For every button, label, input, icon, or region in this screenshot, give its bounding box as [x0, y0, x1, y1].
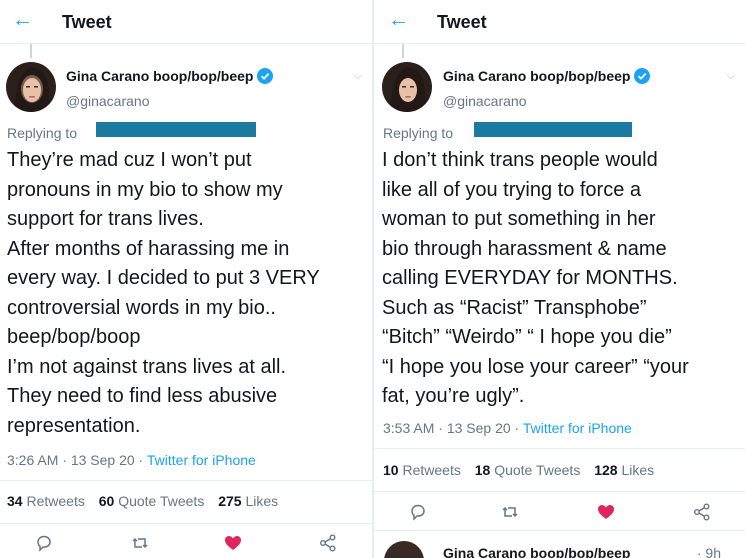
- tweet-text: I don’t think trans people would like al…: [382, 146, 689, 412]
- retweets-stat[interactable]: 34 Retweets: [7, 493, 85, 509]
- retweet-icon[interactable]: [130, 533, 150, 553]
- tweet-source-link[interactable]: Twitter for iPhone: [523, 420, 632, 436]
- back-arrow-icon[interactable]: ←: [12, 8, 33, 32]
- author-name[interactable]: Gina Carano boop/bop/beep: [443, 67, 651, 88]
- replying-to-label: Replying to: [383, 125, 454, 141]
- tweet-text: They’re mad cuz I won’t put pronouns in …: [7, 146, 320, 441]
- like-heart-icon[interactable]: [223, 533, 243, 553]
- tweet-text-line: representation.: [7, 414, 141, 437]
- tweet-panel-left: ← Tweet Gina Carano boop/bop/beep @ginac…: [0, 0, 372, 558]
- chevron-down-icon[interactable]: ⌵: [354, 70, 362, 83]
- next-tweet-time: · 9h: [696, 545, 721, 558]
- author-name[interactable]: Gina Carano boop/bop/beep: [66, 67, 274, 88]
- reply-icon[interactable]: [408, 502, 428, 522]
- likes-stat[interactable]: 128 Likes: [594, 462, 654, 478]
- redacted-username-bar: [96, 122, 256, 137]
- tweet-text-line: Such as “Racist” Transphobe”: [382, 296, 647, 319]
- tweet-text-line: After months of harassing me in: [7, 237, 290, 260]
- avatar[interactable]: [382, 62, 432, 112]
- tweet-text-line: like all of you trying to force a: [382, 178, 642, 201]
- tweet-stats: 34 Retweets 60 Quote Tweets 275 Likes: [0, 480, 372, 524]
- retweets-stat[interactable]: 10 Retweets: [383, 462, 461, 478]
- tweet-date[interactable]: 13 Sep 20: [447, 420, 511, 436]
- tweet-text-line: fat, you’re ugly”.: [382, 385, 525, 407]
- tweet-date[interactable]: 13 Sep 20: [71, 452, 135, 468]
- tweet-time[interactable]: 3:53 AM: [383, 420, 434, 436]
- author-handle[interactable]: @ginacarano: [66, 92, 150, 110]
- back-arrow-icon[interactable]: ←: [388, 8, 409, 32]
- avatar[interactable]: [6, 62, 56, 112]
- verified-badge-icon: [634, 68, 651, 88]
- tweet-stats: 10 Retweets 18 Quote Tweets 128 Likes: [374, 448, 745, 492]
- tweet-text-line: controversial words in my bio..: [7, 296, 276, 319]
- thread-connector-line: [402, 44, 404, 58]
- tweet-text-line: They’re mad cuz I won’t put: [7, 149, 252, 171]
- quote-tweets-stat[interactable]: 60 Quote Tweets: [99, 493, 205, 509]
- tweet-text-line: beep/bop/boop: [7, 326, 141, 348]
- tweet-text-line: bio through harassment & name: [382, 237, 667, 260]
- tweet-time[interactable]: 3:26 AM: [7, 452, 58, 468]
- tweet-text-line: woman to put something in her: [382, 208, 656, 230]
- tweet-text-line: I don’t think trans people would: [382, 149, 658, 171]
- tweet-actions: [374, 496, 745, 528]
- tweet-text-line: every way. I decided to put 3 VERY: [7, 267, 320, 289]
- tweet-header: ← Tweet: [374, 0, 745, 44]
- thread-connector-line: [30, 44, 32, 58]
- retweet-icon[interactable]: [500, 502, 520, 522]
- share-icon[interactable]: [318, 533, 338, 553]
- reply-icon[interactable]: [34, 533, 54, 553]
- tweet-actions: [0, 527, 372, 558]
- tweet-timestamp: 3:53 AM · 13 Sep 20 · Twitter for iPhone: [383, 420, 632, 436]
- page-title: Tweet: [437, 12, 487, 32]
- tweet-header: ← Tweet: [0, 0, 372, 44]
- like-heart-icon[interactable]: [596, 502, 616, 522]
- tweet-panel-right: ← Tweet Gina Carano boop/bop/beep @ginac…: [374, 0, 745, 558]
- tweet-text-line: “I hope you lose your career” “your: [382, 355, 689, 378]
- chevron-down-icon[interactable]: ⌵: [727, 70, 735, 83]
- redacted-username-bar: [474, 122, 632, 137]
- likes-stat[interactable]: 275 Likes: [218, 493, 278, 509]
- tweet-source-link[interactable]: Twitter for iPhone: [147, 452, 256, 468]
- next-tweet-preview[interactable]: Gina Carano boop/bop/beep · 9h: [374, 530, 745, 558]
- tweet-text-line: They need to find less abusive: [7, 385, 278, 407]
- avatar[interactable]: [384, 541, 424, 558]
- tweet-timestamp: 3:26 AM · 13 Sep 20 · Twitter for iPhone: [7, 452, 256, 468]
- tweet-text-line: I’m not against trans lives at all.: [7, 355, 287, 378]
- quote-tweets-stat[interactable]: 18 Quote Tweets: [475, 462, 581, 478]
- share-icon[interactable]: [692, 502, 712, 522]
- tweet-text-line: “Bitch” “Weirdo” “ I hope you die”: [382, 326, 672, 348]
- replying-to-label: Replying to: [7, 125, 78, 141]
- verified-badge-icon: [257, 68, 274, 88]
- tweet-text-line: pronouns in my bio to show my: [7, 178, 283, 201]
- tweet-text-line: calling EVERYDAY for MONTHS.: [382, 267, 678, 289]
- tweet-text-line: support for trans lives.: [7, 208, 204, 230]
- author-handle[interactable]: @ginacarano: [443, 92, 527, 110]
- next-tweet-author-name[interactable]: Gina Carano boop/bop/beep: [443, 545, 630, 558]
- page-title: Tweet: [62, 12, 112, 32]
